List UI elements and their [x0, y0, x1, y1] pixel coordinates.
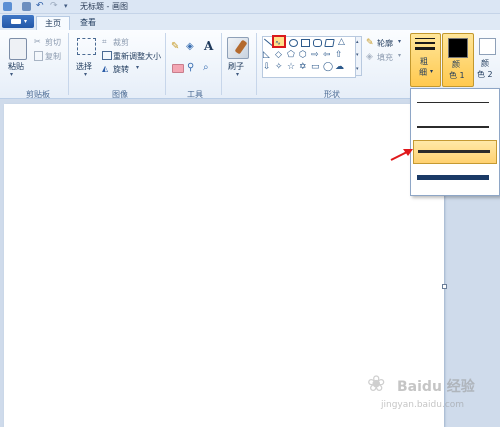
file-menu-button[interactable]: ▾ — [2, 15, 34, 28]
size-dropdown-menu — [410, 88, 500, 196]
rotate-button[interactable]: 旋转 — [113, 64, 129, 75]
paste-dropdown-icon[interactable]: ▾ — [10, 71, 13, 78]
crop-icon: ⌗ — [102, 37, 107, 46]
paw-icon: ❀ — [367, 372, 386, 397]
pencil-icon[interactable]: ✎ — [171, 41, 179, 52]
eraser-icon[interactable] — [172, 64, 184, 73]
color1-label-line1: 颜 — [452, 60, 460, 69]
triangle-shape-icon[interactable]: △ — [338, 37, 345, 47]
watermark-title: Baidu 经验 — [397, 379, 475, 395]
title-bar: ↶ ↷ ▾ 无标题 - 画图 — [0, 0, 500, 14]
resize-icon — [102, 51, 112, 60]
color2-label-line2: 色 2 — [477, 70, 493, 79]
copy-button[interactable]: 复制 — [45, 51, 61, 62]
pentagon-shape-icon[interactable]: ⬠ — [287, 50, 295, 60]
rotate-dropdown-icon[interactable]: ▾ — [136, 64, 139, 71]
annotation-arrow-icon — [390, 149, 413, 161]
hexagon-shape-icon[interactable]: ⬡ — [299, 50, 307, 60]
crop-button[interactable]: 裁剪 — [113, 37, 129, 48]
save-icon[interactable] — [22, 2, 31, 11]
size-option-3-selected[interactable] — [413, 140, 497, 164]
brushes-dropdown-icon[interactable]: ▾ — [236, 71, 239, 78]
down-arrow-shape-icon[interactable]: ⇩ — [263, 62, 271, 72]
five-point-star-shape-icon[interactable]: ☆ — [287, 62, 295, 72]
six-point-star-shape-icon[interactable]: ✡ — [299, 62, 307, 72]
four-point-star-shape-icon[interactable]: ✧ — [275, 62, 283, 72]
color2-button[interactable]: 颜 色 2 — [475, 33, 499, 85]
divider — [256, 33, 257, 95]
fill-button[interactable]: 填充 — [377, 52, 393, 63]
select-icon[interactable] — [77, 38, 96, 55]
undo-icon[interactable]: ↶ — [36, 2, 45, 11]
color1-label-line2: 色 1 — [449, 71, 465, 80]
size-option-2[interactable] — [413, 116, 495, 138]
rotate-icon: ◭ — [102, 64, 109, 73]
outline-icon: ✎ — [366, 38, 374, 48]
size-dropdown-icon: ▾ — [430, 68, 434, 75]
color1-button[interactable]: 颜 色 1 — [442, 33, 474, 87]
fill-dropdown-icon[interactable]: ▾ — [398, 52, 401, 59]
watermark-url: jingyan.baidu.com — [381, 400, 465, 410]
shapes-scrollbar[interactable]: ▴ ▾ ▾ — [355, 36, 362, 76]
copy-icon — [34, 51, 43, 61]
color2-label-line1: 颜 — [481, 59, 489, 68]
fill-bucket-icon[interactable]: ◈ — [186, 41, 194, 52]
oval-callout-shape-icon[interactable]: ◯ — [323, 62, 333, 72]
scissors-icon: ✂ — [34, 37, 41, 46]
divider — [221, 33, 222, 95]
baidu-watermark: ❀ Baidu 经验 jingyan.baidu.com — [367, 372, 487, 420]
polygon-shape-icon[interactable] — [324, 39, 335, 47]
tab-view[interactable]: 查看 — [72, 16, 104, 29]
curve-shape-icon[interactable]: ∿ — [272, 35, 286, 48]
window-title: 无标题 - 画图 — [80, 2, 128, 11]
up-arrow-shape-icon[interactable]: ⇧ — [335, 50, 343, 60]
divider — [68, 33, 69, 95]
size-option-4[interactable] — [413, 166, 495, 188]
rounded-callout-shape-icon[interactable]: ▭ — [311, 62, 320, 72]
divider — [165, 33, 166, 95]
size-label-line1: 粗 — [420, 57, 428, 66]
right-triangle-shape-icon[interactable]: ◺ — [263, 50, 270, 60]
size-button[interactable]: 粗 细 ▾ — [410, 33, 441, 87]
right-arrow-shape-icon[interactable]: ⇨ — [311, 50, 319, 60]
cloud-callout-shape-icon[interactable]: ☁ — [335, 62, 344, 72]
line-shape-icon[interactable] — [263, 38, 274, 47]
quick-access-menu-icon[interactable]: ▾ — [64, 2, 73, 11]
text-tool-icon[interactable]: A — [204, 39, 213, 53]
rectangle-shape-icon[interactable] — [301, 39, 310, 47]
paste-icon[interactable] — [9, 38, 27, 60]
diamond-shape-icon[interactable]: ◇ — [275, 50, 282, 60]
color1-swatch — [448, 38, 468, 58]
outline-dropdown-icon[interactable]: ▾ — [398, 38, 401, 45]
resize-button[interactable]: 重新调整大小 — [113, 51, 161, 62]
redo-icon[interactable]: ↷ — [50, 2, 59, 11]
rounded-rectangle-shape-icon[interactable] — [313, 39, 322, 47]
select-dropdown-icon[interactable]: ▾ — [84, 71, 87, 78]
size-label-line2: 细 — [419, 68, 427, 77]
tab-home[interactable]: 主页 — [36, 16, 70, 30]
brush-icon[interactable] — [227, 37, 249, 59]
fill-icon: ◈ — [366, 52, 373, 62]
cut-button[interactable]: 剪切 — [45, 37, 61, 48]
left-arrow-shape-icon[interactable]: ⇦ — [323, 50, 331, 60]
canvas-resize-handle[interactable] — [442, 284, 447, 289]
outline-button[interactable]: 轮廓 — [377, 38, 393, 49]
color-picker-icon[interactable]: ⚲ — [187, 62, 194, 73]
magnifier-icon[interactable]: ⌕ — [203, 62, 209, 73]
size-option-1[interactable] — [413, 92, 495, 114]
color2-swatch — [479, 38, 496, 55]
paint-app-icon[interactable] — [3, 2, 12, 11]
oval-shape-icon[interactable] — [289, 39, 298, 47]
